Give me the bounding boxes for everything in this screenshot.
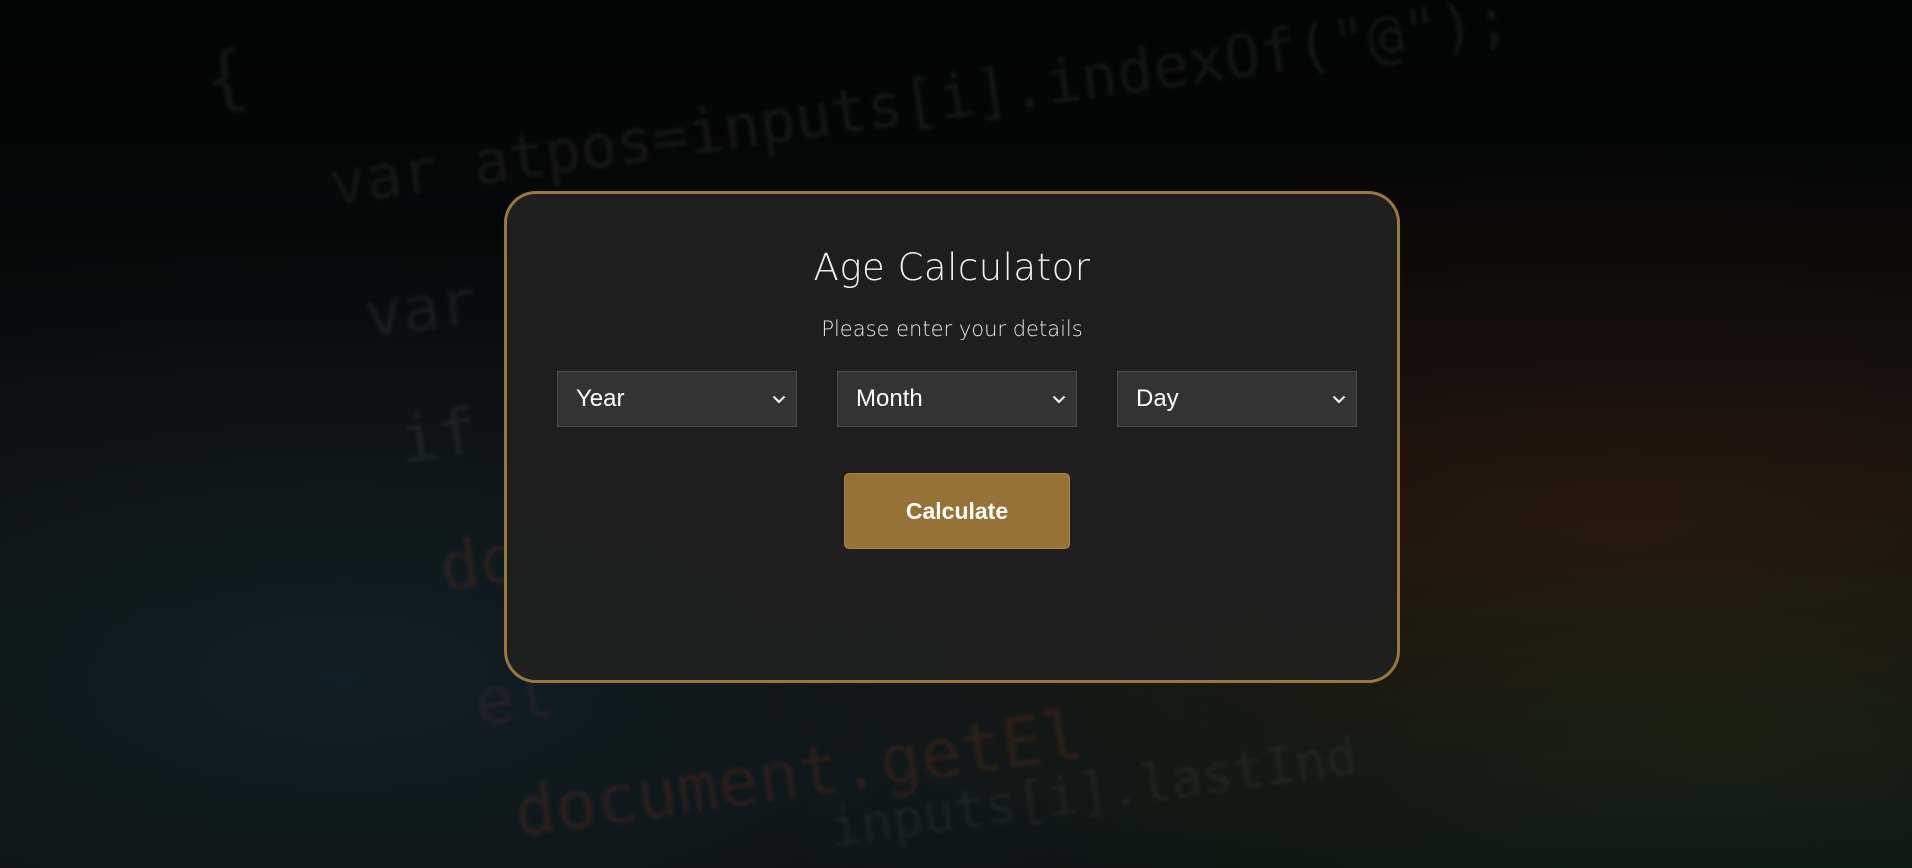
page-title: Age Calculator xyxy=(813,246,1091,289)
background-code-line: { xyxy=(199,34,253,122)
background-code-line: var xyxy=(359,264,481,353)
chevron-down-icon xyxy=(768,372,790,426)
calculate-button[interactable]: Calculate xyxy=(844,473,1070,549)
chevron-down-icon xyxy=(1048,372,1070,426)
year-select[interactable]: Year xyxy=(557,371,797,427)
background-code-line: var atpos=inputs[i].indexOf("@"); xyxy=(325,0,1516,220)
background-code-line: if xyxy=(394,394,482,479)
year-select-value: Year xyxy=(576,385,625,412)
month-select-value: Month xyxy=(856,385,923,412)
day-select-value: Day xyxy=(1136,385,1179,412)
month-select[interactable]: Month xyxy=(837,371,1077,427)
subtitle: Please enter your details xyxy=(821,317,1083,341)
chevron-down-icon xyxy=(1328,372,1350,426)
day-select[interactable]: Day xyxy=(1117,371,1357,427)
age-calculator-card: Age Calculator Please enter your details… xyxy=(504,191,1400,683)
